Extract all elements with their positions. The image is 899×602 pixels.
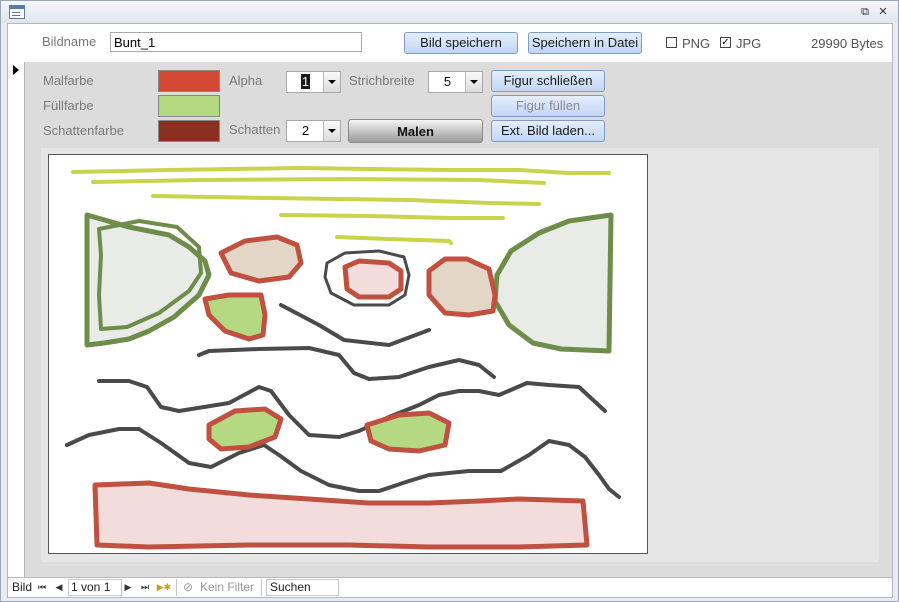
yellow-stroke-2 <box>91 177 546 185</box>
malfarbe-label: Malfarbe <box>43 73 94 88</box>
strichbreite-value: 5 <box>443 74 452 89</box>
divider <box>176 579 177 596</box>
strichbreite-combo[interactable]: 5 <box>428 71 483 93</box>
divider <box>261 579 262 596</box>
ext-bild-laden-button[interactable]: Ext. Bild laden... <box>491 120 605 142</box>
form-header: Bildname Bunt_1 Bild speichern Speichern… <box>8 24 892 62</box>
new-record-icon[interactable]: ▶✱ <box>155 581 173 594</box>
first-record-icon[interactable]: ⏮ <box>36 581 48 594</box>
alpha-label: Alpha <box>229 73 263 88</box>
beige-blob-2 <box>426 256 498 318</box>
file-size-text: 29990 Bytes <box>811 36 884 51</box>
green-blob-3 <box>364 410 452 454</box>
gray-stroke-2 <box>197 346 496 381</box>
malfarbe-swatch[interactable] <box>158 70 220 92</box>
green-shape-right <box>492 212 614 354</box>
beige-blob-1 <box>218 234 304 284</box>
gray-stroke-3 <box>97 379 607 439</box>
malen-button[interactable]: Malen <box>348 119 483 143</box>
schattenfarbe-swatch[interactable] <box>158 120 220 142</box>
painting-svg <box>65 166 621 550</box>
pink-blob-small <box>342 258 404 300</box>
save-to-file-button[interactable]: Speichern in Datei <box>528 32 642 54</box>
yellow-stroke-4 <box>279 213 505 220</box>
schatten-combo[interactable]: 2 <box>286 120 341 142</box>
close-icon[interactable]: ✕ <box>877 6 889 18</box>
alpha-value: 1 <box>300 74 311 89</box>
form-body: Bildname Bunt_1 Bild speichern Speichern… <box>7 23 893 578</box>
green-shape-left <box>84 212 212 348</box>
strichbreite-dropdown-icon[interactable] <box>465 72 482 92</box>
drawing-canvas[interactable] <box>48 154 648 554</box>
jpg-checkbox[interactable]: ✓ <box>720 37 731 48</box>
yellow-stroke-3 <box>151 194 541 206</box>
alpha-dropdown-icon[interactable] <box>323 72 340 92</box>
last-record-icon[interactable]: ⏭ <box>139 581 151 594</box>
form-icon <box>9 5 25 19</box>
restore-icon[interactable]: ⧉ <box>859 6 871 18</box>
pink-rectangle <box>92 480 590 550</box>
bildname-input[interactable]: Bunt_1 <box>110 32 362 52</box>
schatten-dropdown-icon[interactable] <box>323 121 340 141</box>
previous-record-icon[interactable]: ◀ <box>53 581 65 594</box>
filter-icon[interactable]: ⊘ <box>183 580 193 595</box>
png-label: PNG <box>682 36 711 51</box>
next-record-icon[interactable]: ▶ <box>122 581 134 594</box>
figur-fuellen-button[interactable]: Figur füllen <box>491 95 605 117</box>
fuellfarbe-label: Füllfarbe <box>43 98 94 113</box>
alpha-combo[interactable]: 1 <box>286 71 341 93</box>
schatten-value: 2 <box>301 123 310 138</box>
gray-stroke-1 <box>279 303 431 347</box>
yellow-stroke-5 <box>335 235 453 245</box>
record-label: Bild <box>12 580 33 594</box>
green-blob-2 <box>206 406 284 452</box>
jpg-label: JPG <box>736 36 762 51</box>
search-input[interactable]: Suchen <box>266 579 339 596</box>
strichbreite-label: Strichbreite <box>349 73 415 88</box>
record-position-input[interactable]: 1 von 1 <box>68 579 122 596</box>
png-checkbox[interactable] <box>666 37 677 48</box>
current-record-arrow-icon <box>13 65 19 75</box>
schattenfarbe-label: Schattenfarbe <box>43 123 124 138</box>
figur-schliessen-button[interactable]: Figur schließen <box>491 70 605 92</box>
window-titlebar: ⧉ ✕ <box>1 1 898 23</box>
save-image-button[interactable]: Bild speichern <box>404 32 518 54</box>
record-selector[interactable] <box>8 62 25 577</box>
yellow-stroke-1 <box>71 166 611 175</box>
green-blob-1 <box>202 292 268 342</box>
record-navigation-bar: Bild ⏮ ◀ 1 von 1 ▶ ⏭ ▶✱ ⊘ Kein Filter Su… <box>7 577 893 598</box>
bildname-label: Bildname <box>42 34 97 49</box>
access-form-window: ⧉ ✕ Bildname Bunt_1 Bild speichern Speic… <box>0 0 899 602</box>
schatten-label: Schatten <box>229 122 281 137</box>
fuellfarbe-swatch[interactable] <box>158 95 220 117</box>
filter-status-label[interactable]: Kein Filter <box>200 580 254 595</box>
